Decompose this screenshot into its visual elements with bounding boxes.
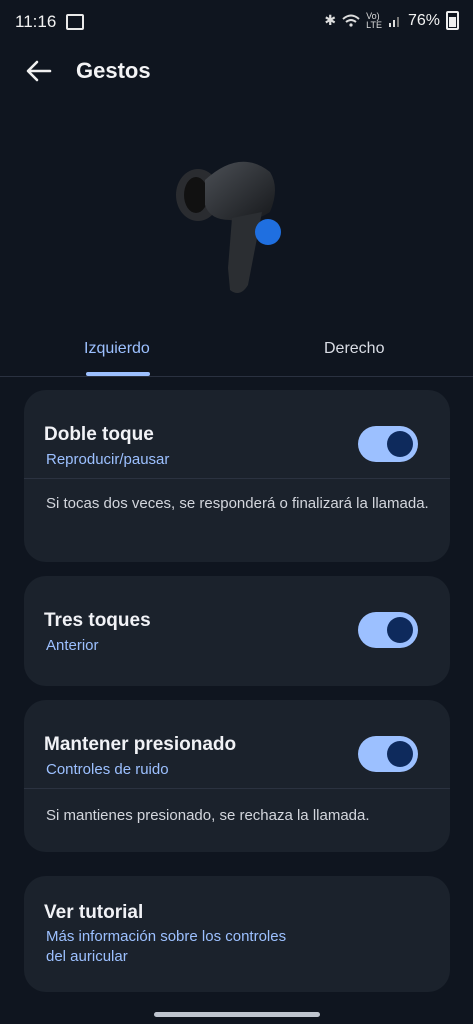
press-hold-description: Si mantienes presionado, se rechaza la l… xyxy=(46,807,370,824)
tutorial-title: Ver tutorial xyxy=(44,902,144,923)
bluetooth-icon: ✱ xyxy=(324,12,337,28)
status-icons: ✱ Vo) LTE 76% xyxy=(324,11,459,30)
wifi-calling-icon xyxy=(342,14,360,27)
toggle-knob xyxy=(387,741,413,767)
tab-left[interactable]: Izquierdo xyxy=(84,340,150,358)
tutorial-subtitle-line1: Más información sobre los controles xyxy=(46,928,287,945)
tutorial-subtitle-line2: del auricular xyxy=(46,948,128,965)
battery-percent: 76% xyxy=(407,11,440,29)
tutorial-card[interactable]: Ver tutorial Más información sobre los c… xyxy=(24,876,450,992)
home-indicator[interactable] xyxy=(154,1012,320,1017)
triple-tap-toggle[interactable] xyxy=(358,612,418,648)
press-hold-title: Mantener presionado xyxy=(44,734,237,755)
side-tabs: Izquierdo Derecho xyxy=(0,330,473,377)
double-tap-description: Si tocas dos veces, se responderá o fina… xyxy=(46,495,429,512)
triple-tap-title: Tres toques xyxy=(44,610,151,631)
triple-tap-card[interactable]: Tres toques Anterior xyxy=(24,576,450,686)
status-time: 11:16 xyxy=(15,12,57,31)
divider xyxy=(24,788,450,789)
divider xyxy=(24,478,450,479)
tab-indicator xyxy=(86,372,150,376)
toggle-knob xyxy=(387,431,413,457)
toggle-knob xyxy=(387,617,413,643)
signal-icon xyxy=(388,16,399,27)
earbud-illustration xyxy=(176,161,281,294)
press-hold-toggle[interactable] xyxy=(358,736,418,772)
battery-icon xyxy=(446,11,459,30)
double-tap-subtitle: Reproducir/pausar xyxy=(46,451,170,468)
app-header: Gestos xyxy=(0,52,473,96)
double-tap-card: Doble toque Reproducir/pausar Si tocas d… xyxy=(24,390,450,562)
press-hold-card: Mantener presionado Controles de ruido S… xyxy=(24,700,450,852)
press-hold-subtitle: Controles de ruido xyxy=(46,761,169,778)
double-tap-toggle[interactable] xyxy=(358,426,418,462)
status-bar: 11:16 ✱ Vo) LTE 76% xyxy=(0,0,473,44)
volte-icon: Vo) LTE xyxy=(366,10,382,30)
page-title: Gestos xyxy=(76,58,151,83)
gallery-icon xyxy=(66,14,84,30)
triple-tap-subtitle: Anterior xyxy=(46,637,99,654)
tab-right[interactable]: Derecho xyxy=(324,340,384,358)
double-tap-title: Doble toque xyxy=(44,424,154,445)
arrow-left-icon[interactable] xyxy=(24,56,54,86)
